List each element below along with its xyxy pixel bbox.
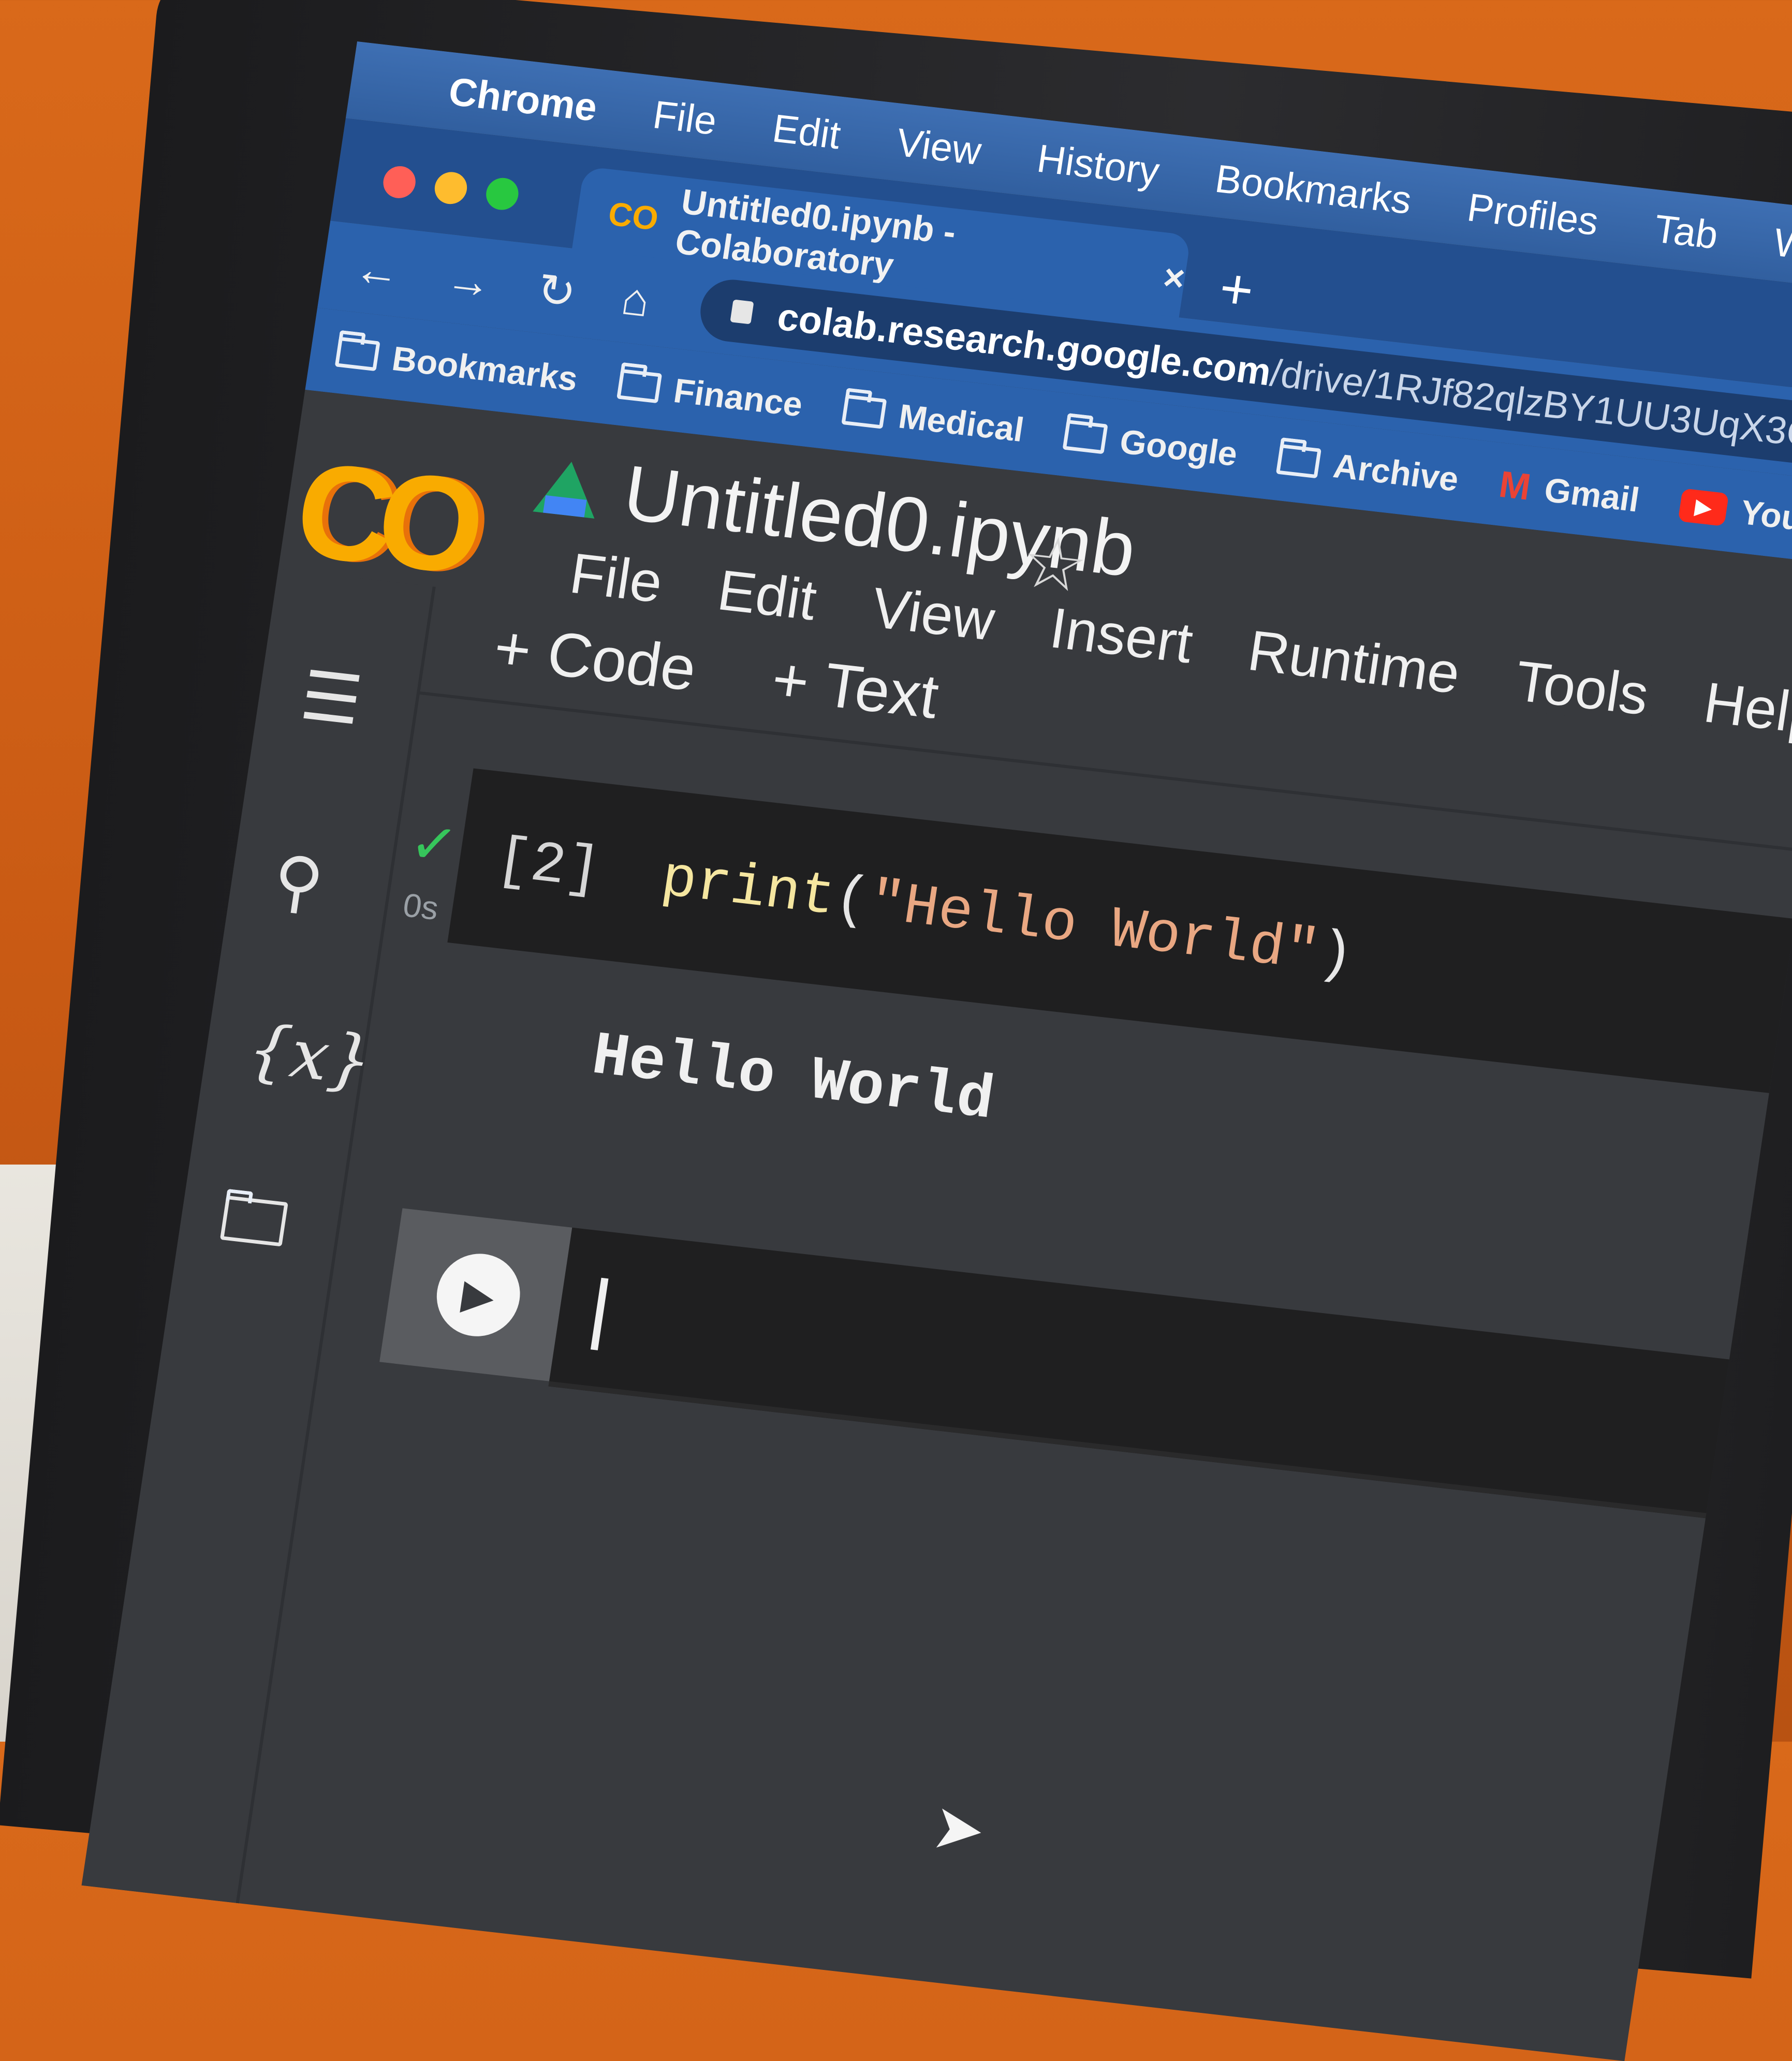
menubar-edit[interactable]: Edit: [770, 106, 844, 158]
search-icon[interactable]: ⚲: [268, 840, 329, 923]
bookmark-archive[interactable]: Archive: [1275, 439, 1461, 499]
text-caret: [590, 1277, 609, 1350]
bookmark-gmail[interactable]: M Gmail: [1496, 463, 1642, 521]
colab-favicon-icon: CO: [606, 195, 661, 238]
close-window-button[interactable]: [381, 164, 418, 200]
menubar-profiles[interactable]: Profiles: [1464, 185, 1602, 244]
menubar-view[interactable]: View: [893, 120, 984, 174]
bookmark-label: Medical: [896, 396, 1026, 449]
screen: Chrome File Edit View History Bookmarks …: [81, 41, 1792, 2061]
code-function: print: [657, 846, 840, 931]
bookmark-finance[interactable]: Finance: [615, 364, 805, 424]
bookmark-label: Archive: [1331, 446, 1461, 498]
menubar-file[interactable]: File: [650, 92, 720, 144]
zoom-window-button[interactable]: [483, 176, 521, 212]
minimize-window-button[interactable]: [432, 170, 469, 206]
bookmark-google[interactable]: Google: [1062, 415, 1240, 474]
folder-icon: [334, 336, 380, 372]
bookmark-label: Google: [1117, 422, 1240, 474]
folder-icon: [1062, 419, 1108, 454]
exec-time: 0s: [400, 886, 441, 928]
mouse-pointer-icon: ➤: [927, 1791, 990, 1866]
window-controls: [381, 164, 521, 212]
tab-close-icon[interactable]: ×: [1161, 256, 1187, 300]
run-cell-button[interactable]: ▶: [431, 1249, 526, 1341]
back-icon[interactable]: ←: [351, 242, 404, 299]
forward-icon[interactable]: →: [443, 252, 496, 310]
bookmark-medical[interactable]: Medical: [841, 390, 1026, 449]
execution-count: [2]: [491, 827, 605, 904]
run-cell-gutter: ▶: [379, 1208, 572, 1381]
bookmark-bookmarks[interactable]: Bookmarks: [334, 332, 580, 399]
gmail-icon: M: [1496, 463, 1534, 508]
reload-icon[interactable]: ↻: [534, 262, 580, 319]
new-tab-button[interactable]: +: [1215, 255, 1258, 323]
home-icon[interactable]: ⌂: [618, 272, 653, 328]
add-text-button[interactable]: + Text: [767, 643, 943, 732]
bookmark-label: Bookmarks: [389, 339, 580, 398]
toc-icon[interactable]: ☰: [296, 656, 367, 741]
add-code-button[interactable]: + Code: [490, 611, 701, 705]
folder-icon: [841, 394, 887, 429]
files-folder-icon: [219, 1195, 288, 1247]
menubar-app-name[interactable]: Chrome: [446, 69, 600, 130]
code-source[interactable]: print("Hello World"): [657, 846, 1358, 990]
variables-icon[interactable]: {x}: [243, 1009, 377, 1101]
youtube-icon: ▶: [1678, 488, 1729, 526]
folder-icon: [616, 369, 662, 404]
empty-code-cell[interactable]: [548, 1227, 1755, 1521]
folder-icon[interactable]: [217, 1178, 290, 1262]
bookmark-label: Finance: [671, 371, 805, 424]
google-drive-icon: [533, 458, 603, 519]
menubar-history[interactable]: History: [1034, 136, 1163, 194]
menubar-tab[interactable]: Tab: [1651, 206, 1721, 258]
run-success-icon: ✓: [405, 810, 463, 879]
menubar-window[interactable]: Wind: [1771, 219, 1792, 274]
folder-icon: [1276, 444, 1322, 479]
bookmark-youtube[interactable]: ▶ You: [1677, 485, 1792, 538]
menubar-bookmarks[interactable]: Bookmarks: [1212, 156, 1415, 223]
bookmark-label: You: [1738, 492, 1792, 538]
lock-icon: [730, 299, 754, 325]
bookmark-label: Gmail: [1541, 470, 1642, 519]
code-string: "Hello World": [864, 869, 1324, 986]
cell-output: Hello World: [587, 1022, 998, 1136]
